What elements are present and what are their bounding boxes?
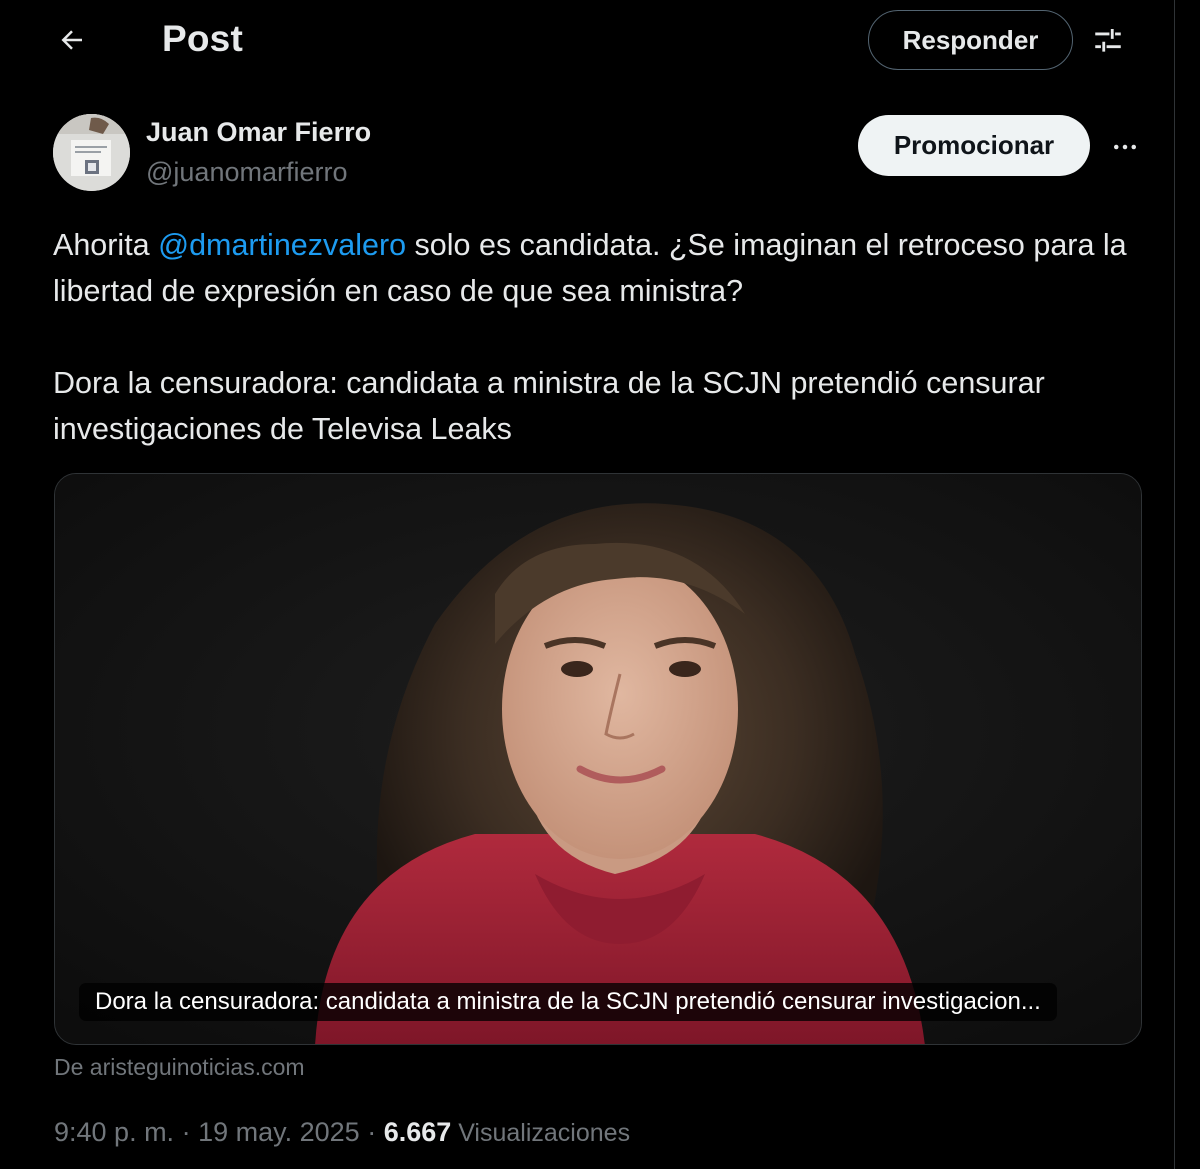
views-count: 6.667 [383, 1117, 452, 1147]
card-caption: Dora la censuradora: candidata a ministr… [79, 983, 1057, 1021]
mention-link[interactable]: @dmartinezvalero [158, 228, 406, 262]
reply-button[interactable]: Responder [868, 10, 1073, 70]
post-page: Post Responder Juan Omar Fierro @juanoma… [0, 0, 1175, 1169]
tweet-text: Ahorita @dmartinezvalero solo es candida… [53, 222, 1153, 452]
card-image [55, 474, 1141, 1044]
tweet-paragraph-1: Ahorita @dmartinezvalero solo es candida… [53, 222, 1153, 314]
meta-separator: · [174, 1117, 199, 1147]
more-button[interactable] [1104, 126, 1146, 168]
card-source[interactable]: De aristeguinoticias.com [54, 1054, 305, 1081]
views-label: Visualizaciones [451, 1119, 631, 1147]
author-handle[interactable]: @juanomarfierro [146, 157, 348, 188]
avatar-image [53, 114, 130, 191]
author-name[interactable]: Juan Omar Fierro [146, 117, 371, 148]
meta-separator: · [359, 1117, 384, 1147]
post-date[interactable]: 19 may. 2025 [198, 1117, 360, 1147]
post-time[interactable]: 9:40 p. m. [54, 1117, 174, 1147]
avatar[interactable] [53, 114, 130, 191]
page-title: Post [162, 18, 243, 59]
back-button[interactable] [50, 18, 94, 62]
tweet-text-before: Ahorita [53, 228, 159, 262]
right-edge [1175, 0, 1200, 1169]
arrow-left-icon [61, 30, 82, 50]
tweet-paragraph-2: Dora la censuradora: candidata a ministr… [53, 366, 1045, 446]
filter-button[interactable] [1087, 20, 1129, 62]
link-card[interactable]: Dora la censuradora: candidata a ministr… [54, 473, 1142, 1045]
sliders-icon [1095, 28, 1121, 52]
more-horizontal-icon [1114, 144, 1136, 150]
header: Post Responder [0, 0, 1175, 80]
post-meta: 9:40 p. m. · 19 may. 2025 · 6.667 Visual… [54, 1117, 630, 1148]
promote-button[interactable]: Promocionar [858, 115, 1090, 176]
